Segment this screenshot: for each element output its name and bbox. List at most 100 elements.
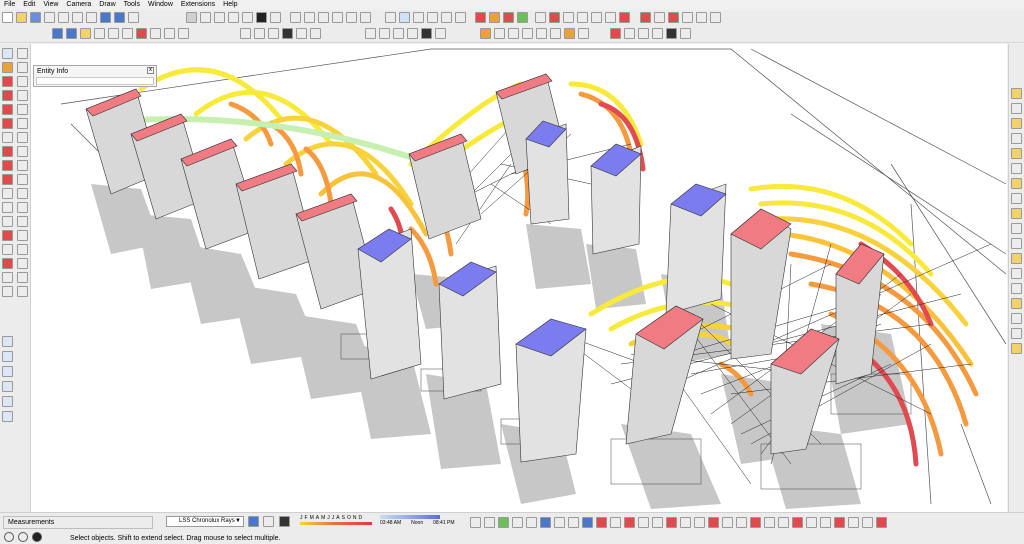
- bottom-tool-5-icon[interactable]: [526, 517, 537, 528]
- right-tool-8-icon[interactable]: [1011, 193, 1022, 204]
- open-file-icon[interactable]: [16, 12, 27, 23]
- right-tool-1-icon[interactable]: [1011, 88, 1022, 99]
- arc-2-icon[interactable]: [17, 118, 28, 129]
- section-d-icon[interactable]: [652, 28, 663, 39]
- right-tool-10-icon[interactable]: [1011, 223, 1022, 234]
- warehouse-icon[interactable]: [290, 12, 301, 23]
- scale-icon[interactable]: [2, 174, 13, 185]
- rotate-icon[interactable]: [2, 160, 13, 171]
- tool-l-icon[interactable]: [696, 12, 707, 23]
- bottom-tool-23-icon[interactable]: [778, 517, 789, 528]
- right-tool-17-icon[interactable]: [1011, 328, 1022, 339]
- tower-blue-3[interactable]: [515, 318, 587, 463]
- tool-a-icon[interactable]: [535, 12, 546, 23]
- make-group-icon[interactable]: [136, 28, 147, 39]
- cam-c-icon[interactable]: [393, 28, 404, 39]
- freehand-icon[interactable]: [17, 76, 28, 87]
- bottom-tool-14-icon[interactable]: [652, 517, 663, 528]
- style-xray-icon[interactable]: [240, 28, 251, 39]
- save-icon[interactable]: [30, 12, 41, 23]
- solid-b-icon[interactable]: [494, 28, 505, 39]
- right-tool-6-icon[interactable]: [1011, 163, 1022, 174]
- tool-c-icon[interactable]: [563, 12, 574, 23]
- right-tool-9-icon[interactable]: [1011, 208, 1022, 219]
- menu-view[interactable]: View: [39, 0, 62, 10]
- bottom-tool-30-icon[interactable]: [876, 517, 887, 528]
- paste-icon[interactable]: [72, 12, 83, 23]
- geo-location-icon[interactable]: [4, 532, 14, 542]
- style-monochrome-icon[interactable]: [310, 28, 321, 39]
- offset-icon[interactable]: [17, 174, 28, 185]
- sandbox-b-icon[interactable]: [2, 351, 13, 362]
- right-tool-2-icon[interactable]: [1011, 103, 1022, 114]
- undo-icon[interactable]: [100, 12, 111, 23]
- tool-e-icon[interactable]: [591, 12, 602, 23]
- arc-3-icon[interactable]: [17, 132, 28, 143]
- zoom-window-icon[interactable]: [17, 244, 28, 255]
- sandbox-e-icon[interactable]: [2, 396, 13, 407]
- lss-display-icon[interactable]: [279, 516, 290, 527]
- bottom-tool-12-icon[interactable]: [624, 517, 635, 528]
- solid-a-icon[interactable]: [480, 28, 491, 39]
- render-a-icon[interactable]: [475, 12, 486, 23]
- zoom-icon[interactable]: [2, 244, 13, 255]
- right-tool-4-icon[interactable]: [1011, 133, 1022, 144]
- bottom-tool-25-icon[interactable]: [806, 517, 817, 528]
- tool-h-icon[interactable]: [640, 12, 651, 23]
- solid-e-icon[interactable]: [536, 28, 547, 39]
- menu-draw[interactable]: Draw: [95, 0, 119, 10]
- bottom-tool-20-icon[interactable]: [736, 517, 747, 528]
- plugin-a-icon[interactable]: [385, 12, 396, 23]
- time-slider[interactable]: [380, 515, 440, 519]
- bottom-tool-1-icon[interactable]: [470, 517, 481, 528]
- cam-a-icon[interactable]: [365, 28, 376, 39]
- right-tool-16-icon[interactable]: [1011, 313, 1022, 324]
- menu-window[interactable]: Window: [144, 0, 177, 10]
- section-plane-icon[interactable]: [17, 286, 28, 297]
- pan-icon[interactable]: [17, 230, 28, 241]
- iso-view-icon[interactable]: [186, 12, 197, 23]
- bottom-tool-4-icon[interactable]: [512, 517, 523, 528]
- polygon-icon[interactable]: [17, 104, 28, 115]
- tower-blue-4[interactable]: [525, 120, 570, 225]
- paint-bucket-icon[interactable]: [2, 62, 13, 73]
- account-icon[interactable]: [32, 532, 42, 542]
- cam-b-icon[interactable]: [379, 28, 390, 39]
- section-f-icon[interactable]: [680, 28, 691, 39]
- style-textured-icon[interactable]: [296, 28, 307, 39]
- front-view-icon[interactable]: [214, 12, 225, 23]
- redo-icon[interactable]: [114, 12, 125, 23]
- sandbox-d-icon[interactable]: [2, 381, 13, 392]
- axes-icon[interactable]: [2, 216, 13, 227]
- bottom-tool-18-icon[interactable]: [708, 517, 719, 528]
- section-a-icon[interactable]: [610, 28, 621, 39]
- section-e-icon[interactable]: [666, 28, 677, 39]
- look-around-icon[interactable]: [2, 286, 13, 297]
- bottom-tool-2-icon[interactable]: [484, 517, 495, 528]
- style-wireframe-icon[interactable]: [254, 28, 265, 39]
- plugin-d-icon[interactable]: [427, 12, 438, 23]
- render-b-icon[interactable]: [489, 12, 500, 23]
- solid-g-icon[interactable]: [564, 28, 575, 39]
- plugin-e-icon[interactable]: [441, 12, 452, 23]
- solid-c-icon[interactable]: [508, 28, 519, 39]
- print-icon[interactable]: [128, 12, 139, 23]
- style-hidden-icon[interactable]: [268, 28, 279, 39]
- bottom-tool-17-icon[interactable]: [694, 517, 705, 528]
- plugin-f-icon[interactable]: [455, 12, 466, 23]
- orbit-icon[interactable]: [2, 230, 13, 241]
- line-tool-icon[interactable]: [2, 76, 13, 87]
- xray-icon[interactable]: [270, 12, 281, 23]
- extension-icon[interactable]: [346, 12, 357, 23]
- right-tool-11-icon[interactable]: [1011, 238, 1022, 249]
- close-icon[interactable]: x: [147, 67, 154, 74]
- bottom-tool-19-icon[interactable]: [722, 517, 733, 528]
- cut-icon[interactable]: [44, 12, 55, 23]
- flip-icon[interactable]: [80, 28, 91, 39]
- move-icon[interactable]: [2, 146, 13, 157]
- bottom-tool-29-icon[interactable]: [862, 517, 873, 528]
- delete-icon[interactable]: [86, 12, 97, 23]
- bottom-tool-24-icon[interactable]: [792, 517, 803, 528]
- rectangle-icon[interactable]: [2, 90, 13, 101]
- protractor-icon[interactable]: [2, 202, 13, 213]
